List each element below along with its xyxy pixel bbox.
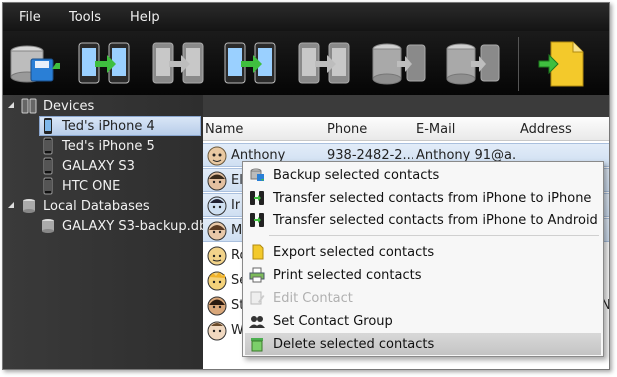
column-address[interactable]: Address bbox=[520, 122, 572, 137]
tree-local-databases-group[interactable]: Local Databases bbox=[21, 196, 150, 216]
ctx-delete-selected[interactable]: Delete selected contacts bbox=[245, 333, 601, 355]
ctx-transfer-iphone-to-android[interactable]: Transfer selected contacts from iPhone t… bbox=[245, 209, 601, 231]
ctx-backup-selected[interactable]: Backup selected contacts bbox=[245, 164, 601, 186]
contact-avatar-icon bbox=[207, 146, 227, 166]
toolbar bbox=[3, 31, 609, 95]
contact-avatar-icon bbox=[207, 221, 227, 241]
database-to-phone-button[interactable] bbox=[369, 39, 429, 89]
export-icon bbox=[252, 244, 264, 260]
transfer-iphone-to-iphone-icon bbox=[78, 42, 130, 84]
local-databases-label: Local Databases bbox=[43, 198, 150, 214]
tree-device-item[interactable]: Ted's iPhone 4 bbox=[39, 116, 201, 136]
database-restore-button[interactable] bbox=[443, 39, 503, 89]
transfer-icon bbox=[250, 213, 264, 227]
database-file-icon bbox=[42, 219, 54, 233]
export-button[interactable] bbox=[533, 39, 593, 89]
database-label: GALAXY S3-backup.db bbox=[62, 218, 208, 234]
transfer-android-to-iphone-icon bbox=[224, 42, 276, 84]
transfer-iphone-to-iphone-button[interactable] bbox=[75, 39, 135, 89]
contact-avatar-icon bbox=[207, 171, 227, 191]
column-name[interactable]: Name bbox=[205, 122, 243, 137]
iphone-icon bbox=[44, 118, 52, 134]
backup-button[interactable] bbox=[5, 39, 65, 89]
database-restore-icon bbox=[446, 43, 500, 85]
contact-avatar-icon bbox=[207, 296, 227, 316]
android-phone-icon bbox=[43, 177, 53, 195]
app-window: File Tools Help Devices Ted's iPhone 4 T… bbox=[2, 2, 610, 370]
transfer-android-to-iphone-button[interactable] bbox=[221, 39, 281, 89]
tree-database-item[interactable]: GALAXY S3-backup.db bbox=[40, 216, 207, 236]
contact-name: Ir bbox=[231, 198, 241, 213]
transfer-icon bbox=[250, 191, 264, 205]
list-top-bar bbox=[203, 95, 609, 117]
column-email[interactable]: E-Mail bbox=[416, 122, 455, 137]
ctx-print-selected[interactable]: Print selected contacts bbox=[245, 264, 601, 286]
print-icon bbox=[249, 267, 265, 283]
column-phone[interactable]: Phone bbox=[327, 122, 367, 137]
iphone-icon bbox=[43, 137, 53, 155]
ctx-separator bbox=[269, 235, 599, 236]
ctx-label: Transfer selected contacts from iPhone t… bbox=[273, 212, 598, 228]
menu-file[interactable]: File bbox=[19, 10, 41, 25]
table-header: Name Phone E-Mail Address bbox=[203, 117, 609, 141]
ctx-label: Edit Contact bbox=[273, 290, 353, 306]
contact-avatar-icon bbox=[207, 321, 227, 341]
collapse-arrow-icon[interactable] bbox=[7, 101, 15, 109]
transfer-iphone-to-android-icon bbox=[152, 42, 204, 84]
device-label: Ted's iPhone 5 bbox=[62, 138, 155, 154]
ctx-label: Export selected contacts bbox=[273, 244, 435, 260]
ctx-label: Print selected contacts bbox=[273, 267, 422, 283]
edit-icon bbox=[250, 291, 265, 305]
device-tree: Devices Ted's iPhone 4 Ted's iPhone 5 GA… bbox=[3, 95, 207, 369]
contact-avatar-icon bbox=[207, 196, 227, 216]
tree-device-item[interactable]: Ted's iPhone 5 bbox=[40, 136, 155, 156]
collapse-arrow-icon[interactable] bbox=[7, 201, 15, 209]
context-menu: Backup selected contacts Transfer select… bbox=[242, 161, 604, 357]
android-phone-icon bbox=[43, 157, 53, 175]
ctx-label: Delete selected contacts bbox=[273, 336, 435, 352]
devices-icon bbox=[21, 98, 37, 114]
device-label: HTC ONE bbox=[62, 178, 121, 194]
group-icon bbox=[249, 316, 265, 328]
toolbar-separator bbox=[518, 37, 519, 91]
ctx-label: Transfer selected contacts from iPhone t… bbox=[273, 190, 592, 206]
menu-tools[interactable]: Tools bbox=[69, 10, 101, 25]
ctx-transfer-iphone-to-iphone[interactable]: Transfer selected contacts from iPhone t… bbox=[245, 187, 601, 209]
menu-bar: File Tools Help bbox=[3, 3, 609, 31]
menu-help[interactable]: Help bbox=[130, 10, 160, 25]
trash-icon bbox=[251, 338, 263, 352]
tree-device-item[interactable]: GALAXY S3 bbox=[40, 156, 135, 176]
ctx-label: Backup selected contacts bbox=[273, 167, 440, 183]
ctx-set-contact-group[interactable]: Set Contact Group bbox=[245, 310, 601, 332]
devices-label: Devices bbox=[43, 98, 95, 114]
database-to-phone-icon bbox=[372, 43, 426, 85]
ctx-label: Set Contact Group bbox=[273, 313, 393, 329]
tree-devices-group[interactable]: Devices bbox=[21, 96, 94, 116]
ctx-export-selected[interactable]: Export selected contacts bbox=[245, 241, 601, 263]
contact-name: M bbox=[231, 223, 243, 238]
backup-icon bbox=[250, 168, 264, 181]
transfer-phones-button[interactable] bbox=[295, 39, 355, 89]
device-label: Ted's iPhone 4 bbox=[62, 118, 155, 134]
contact-avatar-icon bbox=[207, 246, 227, 266]
transfer-iphone-to-android-button[interactable] bbox=[149, 39, 209, 89]
backup-icon bbox=[10, 45, 60, 83]
export-icon bbox=[538, 41, 584, 87]
transfer-phones-icon bbox=[298, 42, 350, 84]
device-label: GALAXY S3 bbox=[62, 158, 135, 174]
tree-device-item[interactable]: HTC ONE bbox=[40, 176, 120, 196]
contact-avatar-icon bbox=[207, 271, 227, 291]
ctx-edit-contact[interactable]: Edit Contact bbox=[245, 287, 601, 309]
database-icon bbox=[23, 199, 35, 213]
